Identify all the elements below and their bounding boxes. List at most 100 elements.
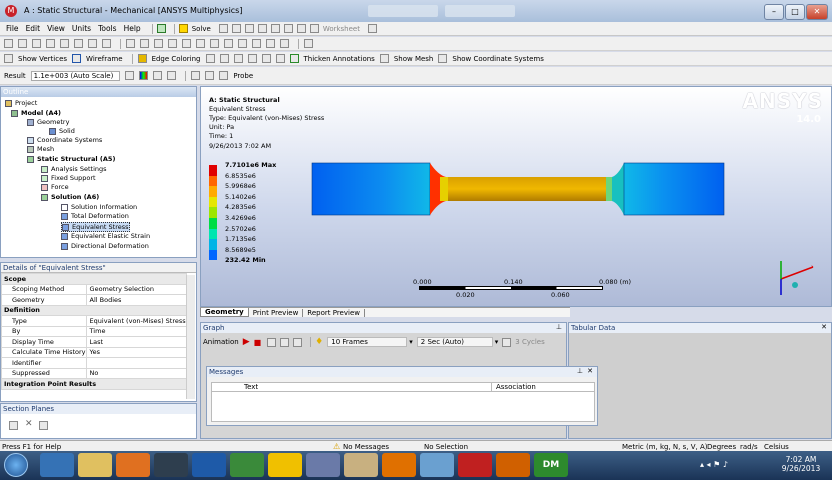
edit-plane-icon[interactable] — [39, 421, 48, 430]
rotate-icon[interactable] — [126, 39, 135, 48]
menu-units[interactable]: Units — [72, 24, 91, 33]
details-row[interactable]: Suppressed No — [1, 367, 187, 379]
menu-view[interactable]: View — [47, 24, 65, 33]
tree-item-geometry[interactable]: Geometry — [27, 118, 69, 126]
status-rate-units[interactable]: rad/s — [740, 443, 758, 451]
close-button[interactable]: ✕ — [806, 4, 828, 20]
maximize-button[interactable]: □ — [785, 4, 805, 20]
viewport-layout-icon[interactable] — [304, 39, 313, 48]
tree-item-model[interactable]: Model (A4) — [11, 109, 61, 117]
cycle-icon[interactable] — [502, 337, 512, 347]
tree-item-solid[interactable]: Solid — [49, 127, 75, 135]
minimize-button[interactable]: – — [764, 4, 784, 20]
cycles-label[interactable]: 3 Cycles — [515, 338, 544, 346]
tree-item-mesh[interactable]: Mesh — [27, 145, 54, 153]
details-row[interactable]: Type Equivalent (von-Mises) Stress — [1, 315, 187, 327]
min-label-icon[interactable] — [205, 71, 215, 80]
taskbar-dm-icon[interactable]: DM — [534, 453, 568, 477]
taskbar-word-icon[interactable] — [192, 453, 226, 477]
solve-button[interactable]: Solve — [192, 25, 211, 33]
column-association[interactable]: Association — [492, 383, 536, 391]
tree-item-project[interactable]: Project — [5, 99, 37, 107]
edge-style-3-icon[interactable] — [233, 54, 243, 63]
taskbar-workbench-icon[interactable] — [306, 453, 340, 477]
edge-style-4-icon[interactable] — [247, 54, 257, 63]
box-select-icon[interactable] — [74, 39, 83, 48]
taskbar-folder-icon[interactable] — [344, 453, 378, 477]
comment-icon[interactable] — [257, 24, 267, 33]
messages-icon[interactable]: ⚠ — [333, 442, 340, 451]
vertex-select-icon[interactable] — [18, 39, 27, 48]
scale-dropdown[interactable]: 1.1e+003 (Auto Scale) — [30, 70, 121, 81]
max-label-icon[interactable] — [191, 71, 201, 80]
probe-button[interactable]: Probe — [233, 72, 253, 80]
show-mesh-button[interactable]: Show Mesh — [394, 55, 434, 63]
vector-icon[interactable] — [167, 71, 177, 80]
edge-select-icon[interactable] — [32, 39, 41, 48]
duration-dropdown[interactable]: 2 Sec (Auto) — [416, 337, 493, 347]
edge-coloring-icon[interactable] — [137, 54, 147, 63]
stop-icon[interactable]: ■ — [254, 338, 262, 347]
contour-legend[interactable]: 7.7101e6 Max 6.8535e6 5.9968e6 5.1402e6 4.28… — [201, 161, 321, 273]
tree-item-equivalent-elastic-strain[interactable]: Equivalent Elastic Strain — [61, 232, 150, 240]
new-analysis-icon[interactable] — [218, 24, 228, 33]
taskbar-explorer-icon[interactable] — [78, 453, 112, 477]
wireframe-icon[interactable] — [72, 54, 82, 63]
messages-list[interactable] — [211, 392, 595, 422]
extend-select-icon[interactable] — [88, 39, 97, 48]
tree-item-fixed-support[interactable]: Fixed Support — [41, 174, 96, 182]
edge-coloring-button[interactable]: Edge Coloring — [152, 55, 201, 63]
tree-item-static-structural[interactable]: Static Structural (A5) — [27, 155, 115, 163]
taskbar-ie-icon[interactable] — [40, 453, 74, 477]
graphics-viewport[interactable]: A: Static Structural Equivalent Stress T… — [200, 86, 832, 307]
tab-print-preview[interactable]: Print Preview — [249, 308, 304, 317]
tree-item-coordinate-systems[interactable]: Coordinate Systems — [27, 136, 102, 144]
frame-next-icon[interactable] — [280, 337, 290, 347]
dogbone-specimen[interactable] — [306, 157, 731, 227]
mesh-icon[interactable] — [379, 54, 389, 63]
magnifier-icon[interactable] — [196, 39, 205, 48]
details-section[interactable]: Definition — [1, 304, 187, 316]
duration-chevron-icon[interactable]: ▾ — [495, 338, 499, 346]
details-row[interactable]: Display Time Last — [1, 336, 187, 348]
zoom-out-icon[interactable] — [224, 39, 233, 48]
status-messages[interactable]: No Messages — [343, 443, 389, 451]
frames-dropdown[interactable]: 10 Frames — [327, 337, 408, 347]
close-icon[interactable]: ✕ — [821, 323, 827, 331]
details-row[interactable]: Scoping Method Geometry Selection — [1, 283, 187, 295]
frame-prev-icon[interactable] — [267, 337, 277, 347]
check-icon[interactable] — [156, 24, 166, 33]
status-units[interactable]: Metric (m, kg, N, s, V, A) — [622, 443, 707, 451]
previous-view-icon[interactable] — [238, 39, 247, 48]
pin-icon[interactable]: ⊥ — [556, 323, 562, 331]
show-vertices-button[interactable]: Show Vertices — [18, 55, 67, 63]
taskbar-vlc-icon[interactable] — [382, 453, 416, 477]
play-icon[interactable]: ▶ — [243, 337, 250, 347]
help-icon[interactable] — [296, 24, 306, 33]
taskbar-terminal-icon[interactable] — [154, 453, 188, 477]
iso-view-icon[interactable] — [266, 39, 275, 48]
probe-icon[interactable] — [219, 71, 229, 80]
details-row[interactable]: Geometry All Bodies — [1, 294, 187, 306]
table-icon[interactable] — [244, 24, 254, 33]
face-select-icon[interactable] — [46, 39, 55, 48]
tree-item-force[interactable]: Force — [41, 183, 69, 191]
status-temp-units[interactable]: Celsius — [764, 443, 789, 451]
solve-icon[interactable] — [178, 24, 188, 33]
pan-icon[interactable] — [140, 39, 149, 48]
menu-help[interactable]: Help — [124, 24, 141, 33]
export-video-icon[interactable] — [293, 337, 303, 347]
taskbar-pdf-icon[interactable] — [458, 453, 492, 477]
vertices-icon[interactable] — [4, 54, 13, 63]
tree-item-solution[interactable]: Solution (A6) — [41, 193, 99, 201]
status-angle-units[interactable]: Degrees — [707, 443, 736, 451]
geometry-icon[interactable] — [231, 24, 241, 33]
select-mode-icon[interactable] — [4, 39, 13, 48]
delete-icon[interactable]: ✕ — [25, 419, 33, 429]
text-icon[interactable] — [270, 24, 280, 33]
start-button[interactable] — [4, 453, 28, 477]
pin-icon[interactable]: ⊥ — [577, 367, 583, 375]
taskbar-firefox-icon[interactable] — [116, 453, 150, 477]
zoom-fit-icon[interactable] — [182, 39, 191, 48]
menu-edit[interactable]: Edit — [26, 24, 41, 33]
